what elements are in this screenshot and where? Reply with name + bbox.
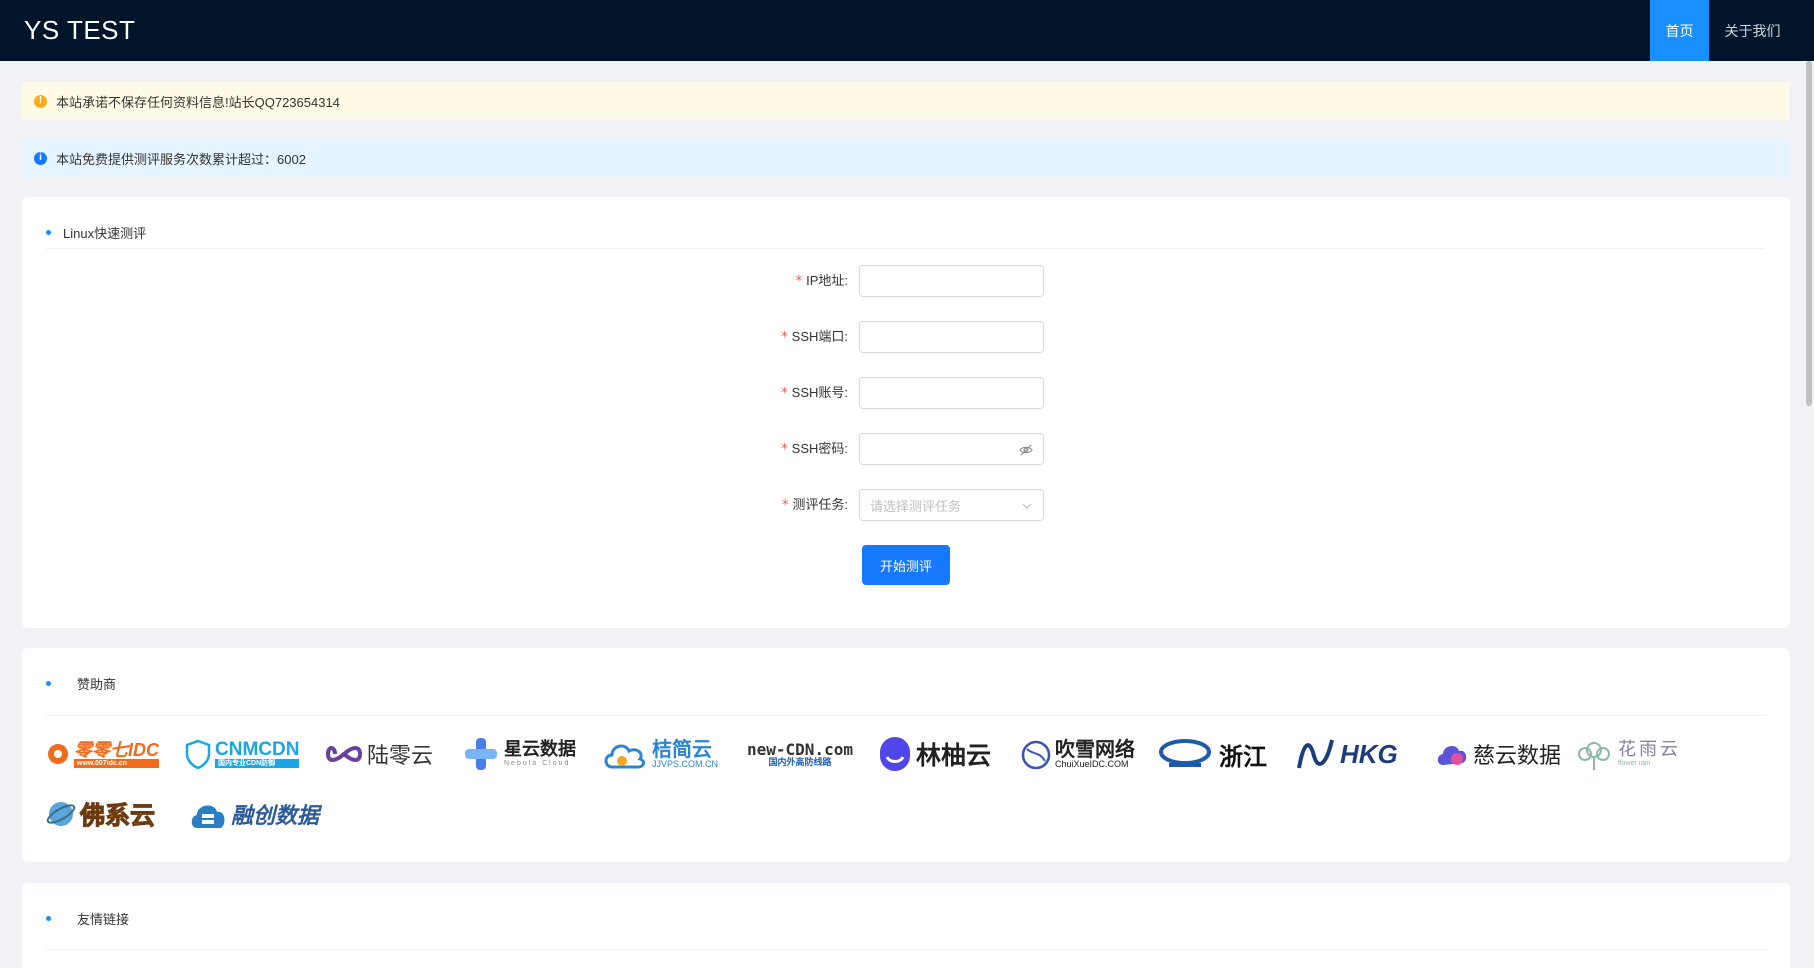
page-scrollbar[interactable]	[1804, 61, 1814, 968]
sponsor-logo-rongchuang[interactable]: 融创数据	[189, 792, 319, 836]
ssh-user-label: * SSH账号:	[781, 385, 848, 401]
planet-icon	[46, 802, 76, 826]
form-row-ssh-password: * SSH密码:	[22, 433, 1790, 465]
card-divider	[46, 715, 1766, 716]
sponsor-logo-foxiyun[interactable]: 佛系云	[46, 792, 156, 836]
ssh-port-input[interactable]	[859, 321, 1044, 353]
card-divider	[46, 248, 1766, 249]
warning-alert: ! 本站承诺不保存任何资料信息!站长QQ723654314	[22, 82, 1790, 120]
linux-test-card: Linux快速测评 * IP地址: * SSH端口: * SSH账号: * SSH密码:…	[22, 197, 1790, 628]
info-alert-text: 本站免费提供测评服务次数累计超过：6002	[56, 151, 306, 167]
friend-links-card: 友情链接	[22, 883, 1790, 968]
form-row-ip: * IP地址:	[22, 265, 1790, 297]
hkg-wave-icon	[1297, 739, 1334, 769]
ssh-password-label: * SSH密码:	[781, 441, 848, 457]
plus-cross-icon	[465, 738, 497, 770]
bullet-dot-icon	[46, 681, 51, 686]
cloud-icon	[604, 744, 646, 769]
card-title-friend-links: 友情链接	[46, 909, 129, 928]
test-task-select[interactable]: 请选择测评任务	[859, 489, 1044, 521]
sponsor-logo-linyouyun[interactable]: 林柚云	[878, 732, 991, 776]
form-row-test-task: * 测评任务: 请选择测评任务	[22, 489, 1790, 521]
linyouyun-icon	[880, 737, 910, 771]
nav-item-about[interactable]: 关于我们	[1709, 0, 1796, 61]
ssh-user-input[interactable]	[859, 377, 1044, 409]
sponsors-card: 赞助商 零零七IDC www.007idc.cn CNMCDN 国内专业CDN防…	[22, 648, 1790, 862]
test-task-placeholder: 请选择测评任务	[870, 498, 962, 514]
main-nav: 首页 关于我们	[1650, 0, 1796, 61]
form-row-ssh-port: * SSH端口:	[22, 321, 1790, 353]
globe-icon	[1021, 740, 1051, 770]
sponsor-logo-huayuyun[interactable]: 花雨云 flower rain	[1574, 732, 1681, 776]
ip-label: * IP地址:	[795, 273, 848, 289]
card-title-linux-test: Linux快速测评	[46, 223, 146, 242]
bullet-dot-icon	[46, 916, 51, 921]
brand-logo[interactable]: YS TEST	[24, 15, 135, 46]
infinity-icon	[325, 746, 363, 762]
warning-alert-text: 本站承诺不保存任何资料信息!站长QQ723654314	[56, 94, 340, 110]
ssh-port-label: * SSH端口:	[781, 329, 848, 345]
scrollbar-thumb[interactable]	[1806, 61, 1812, 406]
sponsor-logo-ciyun[interactable]: 慈云数据	[1435, 732, 1561, 776]
sponsor-logo-xingyun[interactable]: 星云数据 Nebula Cloud	[462, 732, 576, 776]
nav-item-home[interactable]: 首页	[1650, 0, 1709, 61]
bullet-dot-icon	[46, 230, 51, 235]
ssh-password-input[interactable]	[859, 433, 1044, 465]
eye-invisible-icon[interactable]	[1019, 443, 1033, 457]
form-row-ssh-user: * SSH账号:	[22, 377, 1790, 409]
sponsor-logo-luling[interactable]: 陆零云	[325, 732, 433, 776]
sponsor-logo-007idc[interactable]: 零零七IDC www.007idc.cn	[46, 732, 159, 776]
sponsor-logo-chuixue[interactable]: 吹雪网络 ChuiXueIDC.COM	[1021, 732, 1135, 776]
sponsor-logo-zhejiang[interactable]: 浙江	[1159, 732, 1267, 776]
start-test-button[interactable]: 开始测评	[862, 545, 950, 585]
top-navbar: YS TEST 首页 关于我们	[0, 0, 1814, 61]
ciyun-cloud-icon	[1437, 745, 1467, 765]
ip-input[interactable]	[859, 265, 1044, 297]
zhejiang-icon	[1159, 739, 1211, 767]
warning-icon: !	[34, 94, 47, 108]
card-title-sponsors: 赞助商	[46, 674, 116, 693]
sponsor-007idc-icon	[48, 744, 68, 764]
card-divider	[46, 949, 1766, 950]
info-alert: i 本站免费提供测评服务次数累计超过：6002	[22, 139, 1790, 177]
sponsor-logo-cnmcdn[interactable]: CNMCDN 国内专业CDN防御	[185, 732, 300, 776]
sponsor-logo-jujianyun[interactable]: 桔简云 JJVPS.COM.CN	[602, 732, 718, 776]
test-task-label: * 测评任务:	[781, 497, 848, 513]
sponsor-logo-newcdn[interactable]: new-CDN.com 国内外高防线路	[747, 732, 853, 776]
chevron-down-icon	[1022, 503, 1032, 509]
shield-icon	[185, 739, 211, 769]
server-cloud-icon	[191, 805, 225, 828]
flower-icon	[1578, 742, 1610, 770]
info-icon: i	[34, 151, 47, 165]
sponsor-logo-hkg[interactable]: HKG	[1296, 732, 1398, 776]
